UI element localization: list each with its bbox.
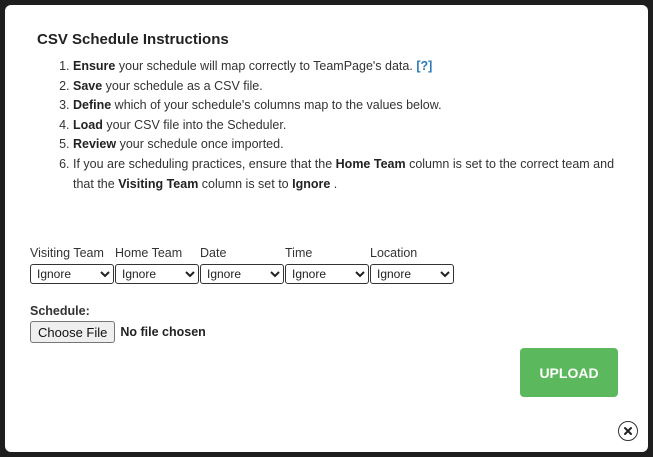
- visiting-team-select[interactable]: Ignore: [30, 264, 114, 284]
- time-select[interactable]: Ignore: [285, 264, 369, 284]
- upload-button[interactable]: UPLOAD: [520, 348, 618, 397]
- instruction-keyword: Define: [73, 98, 112, 113]
- mapping-label: Date: [200, 246, 227, 260]
- instruction-item-save: Save your schedule as a CSV file.: [73, 77, 633, 97]
- instruction-item-practices: If you are scheduling practices, ensure …: [73, 155, 633, 194]
- location-select[interactable]: Ignore: [370, 264, 454, 284]
- instruction-keyword: Review: [73, 137, 117, 152]
- instruction-keyword: Load: [73, 117, 103, 132]
- mapping-visiting-team: Visiting Team Ignore: [30, 245, 115, 284]
- instruction-text: your CSV file into the Scheduler.: [102, 117, 287, 132]
- csv-instructions-modal: CSV Schedule Instructions Ensure your sc…: [5, 5, 648, 452]
- choose-file-button[interactable]: Choose File: [30, 321, 116, 343]
- instruction-text: your schedule once imported.: [116, 137, 284, 152]
- mapping-label: Location: [370, 246, 418, 260]
- mapping-home-team: Home Team Ignore: [115, 245, 200, 284]
- instruction-text: .: [330, 176, 338, 191]
- mapping-time: Time Ignore: [285, 245, 370, 284]
- mapping-label: Visiting Team: [30, 246, 104, 260]
- instructions-list: Ensure your schedule will map correctly …: [49, 57, 633, 194]
- instruction-keyword: Home Team: [335, 156, 406, 171]
- mapping-date: Date Ignore: [200, 245, 285, 284]
- instruction-item-review: Review your schedule once imported.: [73, 135, 633, 155]
- mapping-label: Home Team: [115, 246, 183, 260]
- help-link[interactable]: [?]: [416, 59, 432, 73]
- close-button[interactable]: [618, 421, 638, 441]
- modal-title: CSV Schedule Instructions: [37, 31, 229, 48]
- instruction-keyword: Visiting Team: [118, 176, 199, 191]
- file-input-row: Choose File No file chosen: [30, 321, 206, 343]
- mapping-label: Time: [285, 246, 313, 260]
- instruction-item-load: Load your CSV file into the Scheduler.: [73, 116, 633, 136]
- file-status: No file chosen: [120, 325, 206, 339]
- home-team-select[interactable]: Ignore: [115, 264, 199, 284]
- instruction-keyword: Save: [73, 78, 103, 93]
- instruction-keyword: Ensure: [73, 59, 116, 73]
- instruction-text: your schedule as a CSV file.: [102, 78, 263, 93]
- column-mapping: Visiting Team Ignore Home Team Ignore Da…: [30, 245, 455, 284]
- instruction-text: which of your schedule's columns map to …: [111, 98, 442, 113]
- instruction-keyword: Ignore: [292, 176, 331, 191]
- instruction-text: column is set to: [198, 176, 293, 191]
- close-icon: [624, 427, 632, 435]
- schedule-label: Schedule:: [30, 304, 90, 318]
- instruction-text: your schedule will map correctly to Team…: [115, 59, 417, 73]
- instruction-item-define: Define which of your schedule's columns …: [73, 96, 633, 116]
- instruction-text: If you are scheduling practices, ensure …: [73, 156, 336, 171]
- date-select[interactable]: Ignore: [200, 264, 284, 284]
- instruction-item-ensure: Ensure your schedule will map correctly …: [73, 57, 633, 77]
- mapping-location: Location Ignore: [370, 245, 455, 284]
